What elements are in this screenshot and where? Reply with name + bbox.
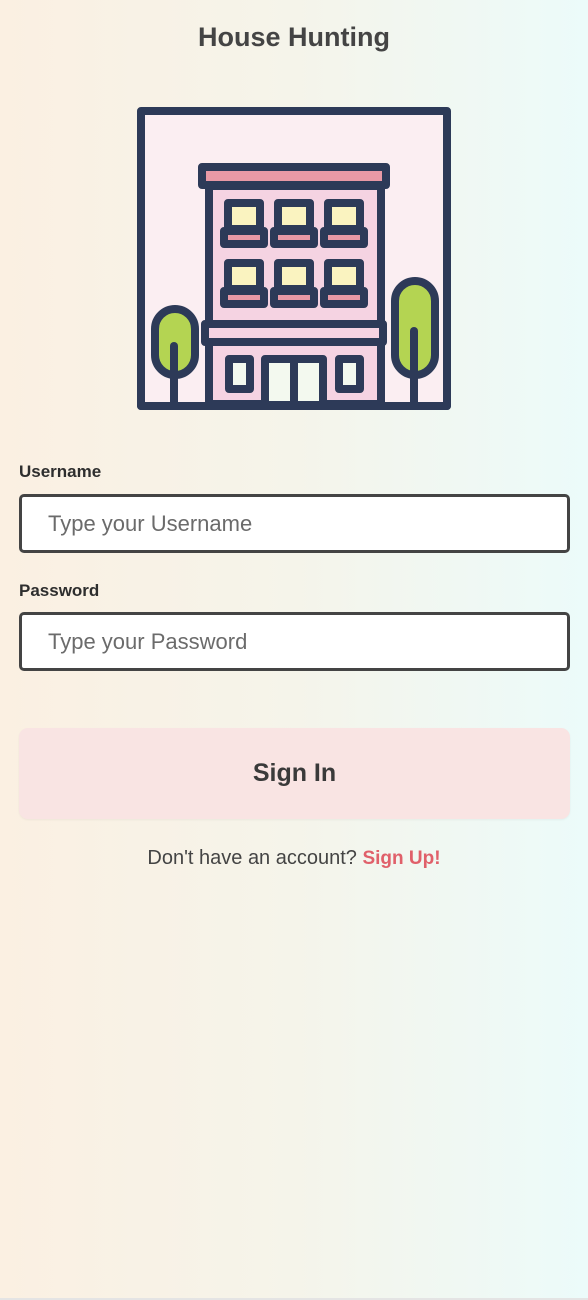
password-input[interactable] (19, 612, 570, 671)
sign-in-button[interactable]: Sign In (19, 728, 570, 819)
username-label: Username (19, 462, 102, 481)
username-input[interactable] (19, 494, 570, 553)
apartment-building-icon (137, 107, 451, 410)
signup-prompt: Don't have an account? Sign Up! (0, 847, 588, 870)
page-title: House Hunting (198, 22, 390, 52)
signup-prompt-text: Don't have an account? (147, 847, 357, 869)
password-label: Password (19, 581, 100, 600)
sign-up-link[interactable]: Sign Up! (362, 848, 440, 869)
